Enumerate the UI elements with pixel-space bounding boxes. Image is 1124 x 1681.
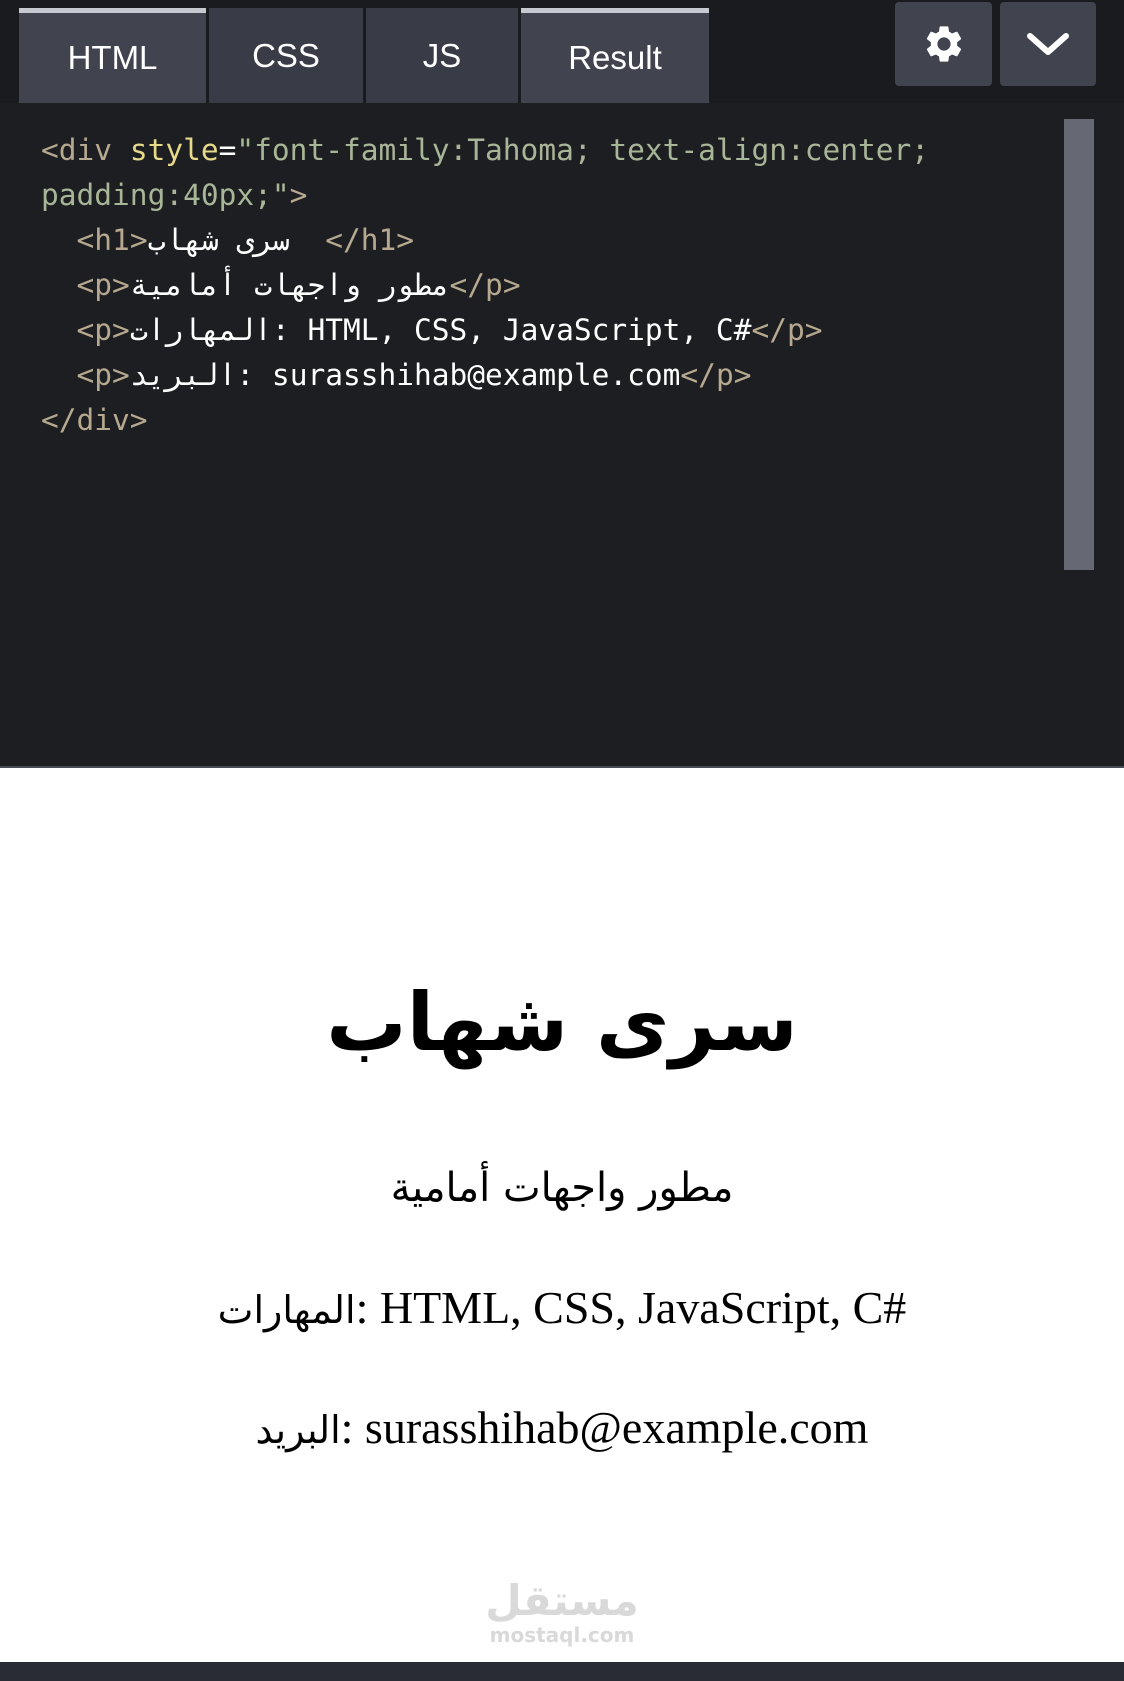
tab-bar: HTML CSS JS Result (19, 8, 709, 103)
code-attr: style (129, 133, 219, 167)
code-line-4: <p>مطور واجهات أمامية</p> (41, 268, 521, 302)
code-line-6: <p>البريد: surasshihab@example.com</p> (41, 358, 752, 392)
result-skills: المهارات: HTML, CSS, JavaScript, C# (0, 1278, 1124, 1340)
skills-label: المهارات (217, 1288, 356, 1332)
watermark-arabic: مستقل (485, 1576, 639, 1625)
watermark-latin: mostaql.com (489, 1623, 635, 1647)
email-value: : surasshihab@example.com (340, 1402, 869, 1453)
code-tag: <h1> (76, 223, 148, 257)
top-bar: HTML CSS JS Result (0, 0, 1124, 103)
code-string: padding:40px;" (41, 178, 290, 212)
code-tag: <p> (76, 268, 130, 302)
result-subtitle: مطور واجهات أمامية (390, 1165, 734, 1211)
email-label: البريد (255, 1408, 341, 1452)
tab-result-label: Result (568, 39, 662, 76)
codepen-editor-app: HTML CSS JS Result <div style="font-fami… (0, 0, 1124, 1681)
collapse-button[interactable] (1000, 2, 1096, 86)
code-tag: </p> (449, 268, 521, 302)
mostaql-watermark: مستقل mostaql.com (0, 1576, 1124, 1647)
result-pane: سرى شهاب مطور واجهات أمامية المهارات: HT… (0, 768, 1124, 1662)
tab-js[interactable]: JS (366, 8, 518, 103)
code-line-5: <p>المهارات: HTML, CSS, JavaScript, C#</… (41, 313, 823, 347)
code-string: "font-family:Tahoma; text-align:center; (236, 133, 930, 167)
code-text-content: البريد: surasshihab@example.com (129, 358, 681, 392)
code-line-7: </div> (41, 403, 148, 437)
code-line-2: padding:40px;"> (41, 178, 307, 212)
chevron-down-icon (1027, 33, 1069, 55)
code-text-content: مطور واجهات أمامية (129, 268, 450, 302)
tab-js-label: JS (422, 36, 462, 74)
code-tag: <p> (76, 313, 130, 347)
result-email: البريد: surasshihab@example.com (0, 1398, 1124, 1460)
settings-button[interactable] (895, 2, 992, 86)
code-tag: > (289, 178, 308, 212)
tab-css[interactable]: CSS (209, 8, 363, 103)
code-text-content: سرى شهاب (147, 223, 326, 257)
code-text-content: المهارات: HTML, CSS, JavaScript, C# (129, 313, 752, 347)
code-line-3: <h1>سرى شهاب </h1> (41, 223, 414, 257)
tab-html[interactable]: HTML (19, 8, 206, 103)
code-text[interactable]: <div style="font-family:Tahoma; text-ali… (41, 128, 929, 443)
code-tag: <p> (76, 358, 130, 392)
code-editor[interactable]: <div style="font-family:Tahoma; text-ali… (0, 103, 1124, 766)
code-tag: <div (41, 133, 130, 167)
gear-icon (926, 26, 961, 62)
tab-result[interactable]: Result (521, 8, 709, 103)
editor-scrollbar[interactable] (1064, 119, 1094, 570)
code-tag: </h1> (325, 223, 415, 257)
code-eq: = (218, 133, 237, 167)
code-tag: </p> (680, 358, 752, 392)
result-title: سرى شهاب (326, 976, 798, 1069)
tab-html-label: HTML (67, 39, 158, 76)
tab-css-label: CSS (252, 36, 320, 74)
code-tag: </p> (751, 313, 823, 347)
code-line-1: <div style="font-family:Tahoma; text-ali… (41, 133, 929, 167)
bottom-bar (0, 1662, 1124, 1681)
code-tag: </div> (41, 403, 148, 437)
skills-value: : HTML, CSS, JavaScript, C# (355, 1282, 907, 1333)
